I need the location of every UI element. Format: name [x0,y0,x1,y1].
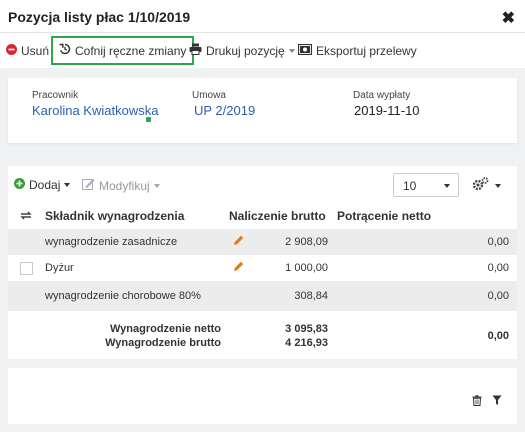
chevron-down-icon [288,48,295,53]
page-size-value: 10 [403,179,417,193]
add-circle-icon [14,178,25,192]
net-salary-value: 3 095,83 [285,323,328,335]
filter-icon[interactable] [492,395,502,409]
chevron-down-icon [64,183,71,187]
status-marker [146,117,151,122]
modify-label: Modyfikuj [99,178,150,193]
delete-label: Usuń [21,43,50,58]
pencil-icon[interactable] [233,235,244,249]
row-accrual: 308,84 [294,290,328,302]
delete-button[interactable]: Usuń [6,34,49,67]
gears-icon [472,177,490,194]
row-name: wynagrodzenie zasadnicze [45,236,178,248]
info-panel: Pracownik Karolina Kwiatkowska Umowa UP … [0,68,525,163]
print-label: Drukuj pozycję [206,43,285,58]
trash-icon[interactable] [472,395,482,409]
print-button[interactable]: Drukuj pozycję [189,34,295,67]
row-accrual: 2 908,09 [285,236,328,248]
employee-link[interactable]: Karolina Kwiatkowska [32,103,158,118]
row-name: Dyżur [45,262,74,274]
info-card: Pracownik Karolina Kwiatkowska Umowa UP … [8,78,517,143]
table-row[interactable]: wynagrodzenie zasadnicze 2 908,09 0,00 [8,229,517,255]
contract-label: Umowa [192,90,226,101]
export-label: Eksportuj przelewy [316,43,417,58]
chevron-down-icon [444,184,450,188]
grid-card: Dodaj Modyfikuj 10 Składnik wynagrodzeni… [8,166,517,359]
refresh-icon[interactable] [20,210,32,224]
row-deduction: 0,00 [487,236,509,248]
bottom-panel [8,368,517,424]
chevron-down-icon [153,183,160,188]
window-title: Pozycja listy płac 1/10/2019 [8,9,191,25]
pencil-icon[interactable] [233,261,244,275]
settings-button[interactable] [472,177,501,194]
modify-button[interactable]: Modyfikuj [82,178,160,193]
grid-area: Dodaj Modyfikuj 10 Składnik wynagrodzeni… [0,163,525,432]
table-row[interactable]: Dyżur 1 000,00 0,00 [8,255,517,281]
payout-date-value: 2019-11-10 [354,103,420,118]
row-deduction: 0,00 [487,290,509,302]
chevron-down-icon [495,183,501,188]
printer-icon [189,43,202,58]
delete-circle-icon [6,43,17,58]
gross-salary-value: 4 216,93 [285,337,328,349]
column-header-accrual[interactable]: Naliczenie brutto [229,209,326,223]
row-accrual: 1 000,00 [285,262,328,274]
net-salary-label: Wynagrodzenie netto [109,323,221,335]
add-label: Dodaj [29,178,61,192]
deduction-total-value: 0,00 [487,330,509,342]
row-name: wynagrodzenie chorobowe 80% [45,290,201,302]
export-transfers-button[interactable]: Eksportuj przelewy [297,34,417,67]
row-checkbox[interactable] [20,262,33,275]
payout-date-label: Data wypłaty [353,90,411,101]
edit-icon [82,178,95,193]
close-icon[interactable]: ✖ [502,8,515,28]
gross-salary-label: Wynagrodzenie brutto [105,337,221,349]
employee-label: Pracownik [32,90,79,101]
contract-link[interactable]: UP 2/2019 [194,103,255,118]
money-icon [297,43,313,58]
table-row[interactable]: wynagrodzenie chorobowe 80% 308,84 0,00 [8,281,517,311]
undo-label: Cofnij ręczne zmiany [75,43,187,58]
column-header-component[interactable]: Składnik wynagrodzenia [45,209,184,223]
add-button[interactable]: Dodaj [14,178,71,192]
window-titlebar: Pozycja listy płac 1/10/2019 ✖ [0,0,525,33]
row-deduction: 0,00 [487,262,509,274]
undo-history-icon [59,43,71,58]
undo-manual-changes-button[interactable]: Cofnij ręczne zmiany [51,36,195,65]
toolbar: Usuń Cofnij ręczne zmiany Drukuj pozycję… [0,34,525,67]
page-size-select[interactable]: 10 [393,173,459,197]
column-header-deduction[interactable]: Potrącenie netto [337,209,431,223]
